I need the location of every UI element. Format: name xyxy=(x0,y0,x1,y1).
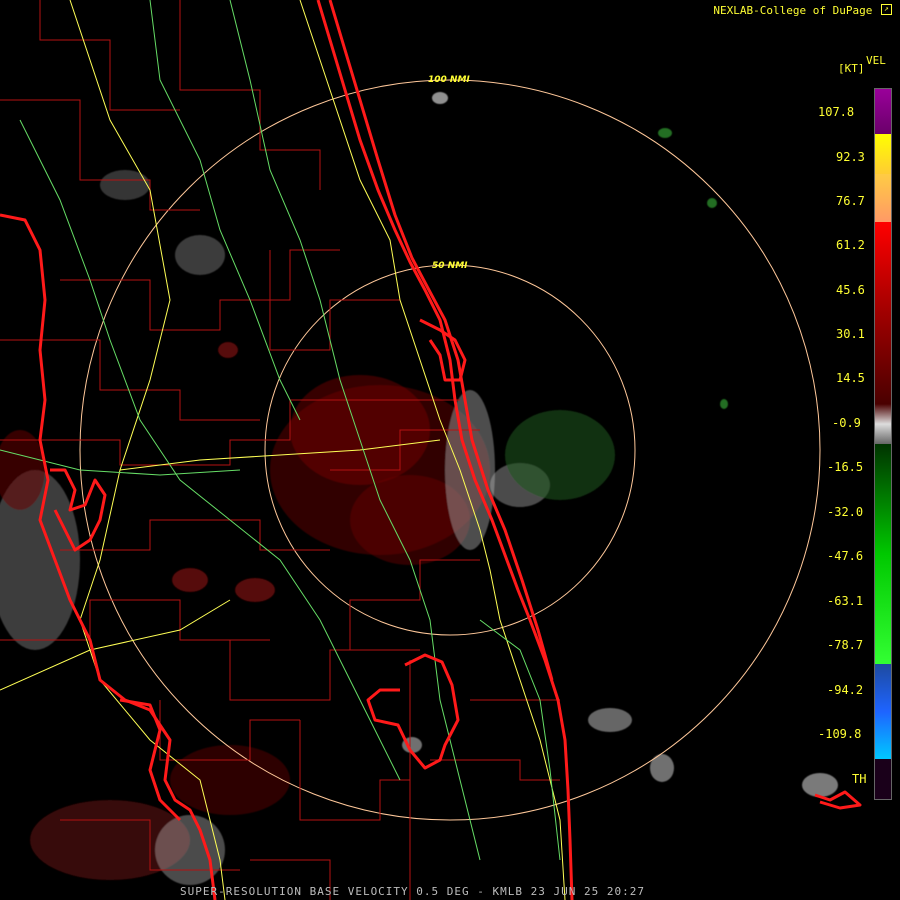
credit-text: NEXLAB-College of DuPage xyxy=(713,4,873,17)
radar-viewer: 50 NMI 100 NMI NEXLAB-College of DuPage … xyxy=(0,0,900,900)
colorbar-segment xyxy=(875,89,891,134)
echo-cell xyxy=(650,754,674,782)
colorbar-threshold-label: TH xyxy=(852,772,867,786)
echo-cell xyxy=(720,399,728,409)
colorbar-segment xyxy=(875,759,891,799)
echo-layer xyxy=(0,92,838,885)
echo-cell xyxy=(588,708,632,732)
echo-cell xyxy=(658,128,672,138)
colorbar-tick: 45.6 xyxy=(836,283,865,297)
colorbar-tick: -63.1 xyxy=(827,594,864,608)
arrow-out-icon[interactable]: ↗ xyxy=(881,4,892,15)
colorbar-tick: -109.8 xyxy=(818,727,862,741)
colorbar-tick: -32.0 xyxy=(827,505,864,519)
colorbar-tick: -94.2 xyxy=(827,683,864,697)
colorbar-tick: 76.7 xyxy=(836,194,865,208)
echo-cell xyxy=(802,773,838,797)
colorbar-tick: 14.5 xyxy=(836,371,865,385)
colorbar-tick: 30.1 xyxy=(836,327,865,341)
colorbar-tick: 61.2 xyxy=(836,238,865,252)
credit-label: NEXLAB-College of DuPage ↗ xyxy=(713,4,892,17)
legend-unit-label: [KT] xyxy=(838,62,865,75)
echo-cell xyxy=(172,568,208,592)
echo-southwest-3 xyxy=(170,745,290,815)
echo-cell xyxy=(432,92,448,104)
colorbar-tick: -78.7 xyxy=(827,638,864,652)
range-ring-label-100: 100 NMI xyxy=(428,75,470,85)
colorbar-tick: -0.9 xyxy=(832,416,861,430)
product-caption: SUPER-RESOLUTION BASE VELOCITY 0.5 DEG -… xyxy=(180,885,645,898)
echo-cell xyxy=(218,342,238,358)
range-ring-label-50: 50 NMI xyxy=(432,261,468,271)
radar-map[interactable]: 50 NMI 100 NMI xyxy=(0,0,900,900)
echo-cell xyxy=(707,198,717,208)
colorbar-tick: -16.5 xyxy=(827,460,864,474)
echo-outbound xyxy=(505,410,615,500)
colorbar-tick: 107.8 xyxy=(818,105,855,119)
echo-cell xyxy=(100,170,150,200)
echo-cell xyxy=(175,235,225,275)
echo-southwest-2 xyxy=(155,815,225,885)
echo-cell xyxy=(235,578,275,602)
colorbar-segment xyxy=(875,664,891,759)
echo-zero-band xyxy=(445,390,495,550)
legend-product-label: VEL xyxy=(866,54,886,67)
colorbar-tick: -47.6 xyxy=(827,549,864,563)
colorbar-tick: 92.3 xyxy=(836,150,865,164)
